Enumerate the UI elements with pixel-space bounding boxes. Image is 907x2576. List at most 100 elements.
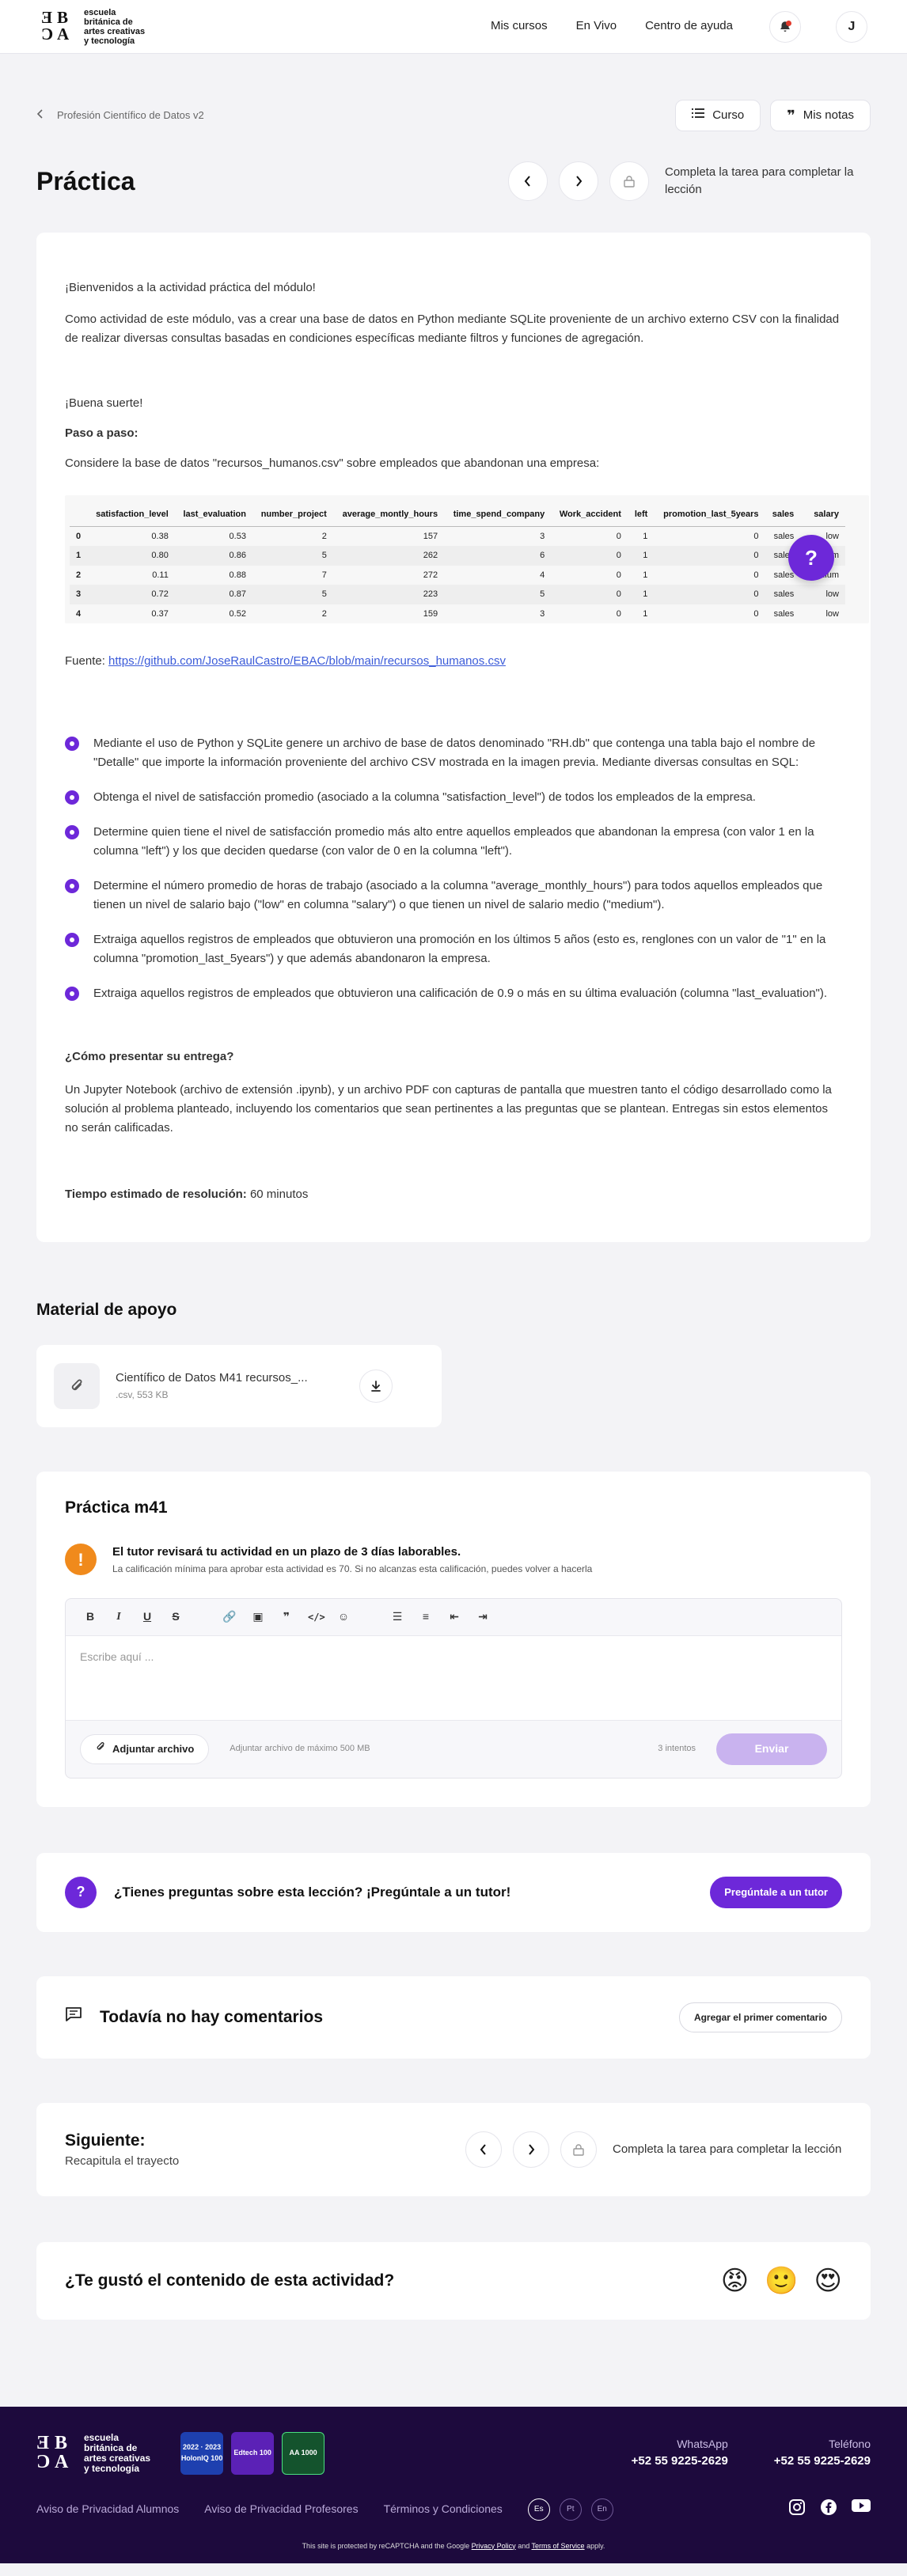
- logo-line: y tecnología: [84, 36, 135, 46]
- lang-pt[interactable]: Pt: [559, 2498, 582, 2521]
- whatsapp-contact[interactable]: WhatsApp +52 55 9225-2629: [632, 2436, 728, 2471]
- outdent-icon[interactable]: ⇤: [447, 1608, 461, 1625]
- indent-icon[interactable]: ⇥: [476, 1608, 490, 1625]
- table-cell: 0.37: [151, 608, 169, 619]
- table-cell: 1: [627, 585, 655, 604]
- angry-emoji-button[interactable]: 😡: [721, 2265, 749, 2297]
- table-cell: 0.87: [174, 585, 252, 604]
- send-button[interactable]: Enviar: [716, 1733, 827, 1765]
- nav-centro-de-ayuda[interactable]: Centro de ayuda: [645, 17, 733, 36]
- course-button[interactable]: Curso: [675, 100, 761, 131]
- bullet-icon: [65, 825, 79, 839]
- next-lesson-button[interactable]: [559, 161, 598, 201]
- comments-card: Todavía no hay comentarios Agregar el pr…: [36, 1976, 871, 2059]
- support-title: Material de apoyo: [36, 1301, 177, 1319]
- column-header: left: [627, 503, 655, 527]
- bullet-icon: [65, 933, 79, 947]
- column-header: [70, 503, 88, 527]
- table-cell: 0: [616, 570, 621, 580]
- help-bubble-button[interactable]: ?: [788, 535, 834, 581]
- table-cell: low: [825, 608, 839, 619]
- love-emoji-button[interactable]: 😍: [814, 2265, 842, 2297]
- activity-card: ¡Bienvenidos a la actividad práctica del…: [36, 233, 871, 1242]
- exclamation-icon: !: [65, 1544, 97, 1575]
- logo-line: artes creativas: [84, 2452, 151, 2464]
- table-cell: 0: [616, 531, 621, 541]
- footer-logo[interactable]: ƎB ƆA escuela británica de artes creativ…: [36, 2432, 151, 2474]
- facebook-icon[interactable]: [820, 2498, 837, 2521]
- quote-icon[interactable]: ❞: [279, 1608, 294, 1625]
- phone-contact[interactable]: Teléfono +52 55 9225-2629: [774, 2436, 871, 2471]
- logo[interactable]: ƎB ƆA escuela británica de artes creativ…: [41, 8, 145, 46]
- no-comments-text: Todavía no hay comentarios: [100, 2007, 324, 2026]
- attach-note: Adjuntar archivo de máximo 500 MB: [230, 1744, 370, 1754]
- prev-lesson-button[interactable]: [508, 161, 548, 201]
- breadcrumb[interactable]: Profesión Científico de Datos v2: [36, 108, 204, 123]
- table-cell: 0: [753, 570, 759, 580]
- column-header: last_evaluation: [174, 503, 252, 527]
- list-icon: [692, 107, 705, 125]
- table-cell: 0.72: [87, 585, 175, 604]
- numbered-list-icon[interactable]: ≡: [419, 1608, 433, 1625]
- aa1000-badge: AA 1000: [282, 2431, 325, 2475]
- link-icon[interactable]: 🔗: [222, 1608, 237, 1625]
- privacy-students-link[interactable]: Aviso de Privacidad Alumnos: [36, 2501, 179, 2517]
- column-header: average_montly_hours: [332, 503, 445, 527]
- task-text: Determine el número promedio de horas de…: [93, 879, 823, 911]
- privacy-teachers-link[interactable]: Aviso de Privacidad Profesores: [204, 2501, 358, 2517]
- instagram-icon[interactable]: [788, 2498, 806, 2521]
- underline-icon[interactable]: U: [140, 1608, 154, 1625]
- source-link[interactable]: https://github.com/JoseRaulCastro/EBAC/b…: [108, 654, 506, 668]
- table-cell: 0: [654, 546, 765, 566]
- table-cell: 7: [321, 570, 327, 580]
- code-icon[interactable]: </>: [308, 1610, 325, 1624]
- table-cell: 0.53: [229, 531, 246, 541]
- chevron-right-icon: [576, 176, 583, 187]
- table-header-row: satisfaction_level last_evaluation numbe…: [70, 503, 845, 527]
- chevron-left-icon: [524, 176, 530, 187]
- image-icon[interactable]: ▣: [251, 1608, 265, 1625]
- lang-en[interactable]: En: [590, 2498, 613, 2521]
- ask-tutor-text: ¿Tienes preguntas sobre esta lección? ¡P…: [114, 1884, 511, 1900]
- logo-line: escuela: [84, 7, 116, 17]
- file-item[interactable]: Científico de Datos M41 recursos_... .cs…: [36, 1344, 442, 1427]
- nav-mis-cursos[interactable]: Mis cursos: [491, 17, 548, 36]
- avatar[interactable]: J: [836, 10, 867, 43]
- ask-tutor-button[interactable]: Pregúntale a un tutor: [710, 1876, 842, 1908]
- notes-button[interactable]: ❞ Mis notas: [770, 100, 871, 131]
- youtube-icon[interactable]: [852, 2498, 871, 2521]
- next-lesson-button[interactable]: [513, 2131, 549, 2168]
- lang-es[interactable]: Es: [527, 2498, 550, 2521]
- strikethrough-icon[interactable]: S: [169, 1608, 183, 1625]
- recaptcha-text: This site is protected by reCAPTCHA and …: [302, 2541, 472, 2550]
- notification-dot: [786, 20, 791, 26]
- download-button[interactable]: [359, 1369, 393, 1403]
- bullet-list-icon[interactable]: ☰: [390, 1608, 404, 1625]
- table-cell: 5: [444, 585, 552, 604]
- emoji-icon[interactable]: ☺: [336, 1608, 351, 1625]
- table-cell: 159: [423, 608, 438, 619]
- editor-footer: Adjuntar archivo Adjuntar archivo de máx…: [66, 1721, 841, 1778]
- terms-link[interactable]: Términos y Condiciones: [384, 2501, 503, 2517]
- nav-en-vivo[interactable]: En Vivo: [576, 17, 617, 36]
- prev-lesson-button[interactable]: [465, 2131, 502, 2168]
- list-item: Determine quien tiene el nivel de satisf…: [65, 823, 842, 861]
- google-terms-link[interactable]: Terms of Service: [532, 2542, 585, 2550]
- top-bar: ƎB ƆA escuela británica de artes creativ…: [0, 0, 907, 54]
- list-item: Determine el número promedio de horas de…: [65, 877, 842, 915]
- bold-icon[interactable]: B: [83, 1608, 97, 1625]
- table-cell: 0.88: [229, 570, 246, 580]
- answer-textarea[interactable]: Escribe aquí ...: [66, 1635, 841, 1721]
- table-cell: 0.38: [151, 531, 169, 541]
- alert-small: La calificación mínima para aprobar esta…: [112, 1563, 593, 1574]
- italic-icon[interactable]: I: [112, 1608, 126, 1625]
- smile-emoji-button[interactable]: 🙂: [765, 2265, 798, 2297]
- add-comment-button[interactable]: Agregar el primer comentario: [678, 2002, 842, 2032]
- table-cell: sales: [773, 608, 795, 619]
- attach-file-button[interactable]: Adjuntar archivo: [80, 1733, 210, 1764]
- notifications-button[interactable]: [769, 10, 801, 43]
- notes-button-label: Mis notas: [803, 108, 854, 122]
- google-privacy-link[interactable]: Privacy Policy: [472, 2542, 516, 2550]
- review-alert: ! El tutor revisará tu actividad en un p…: [65, 1544, 842, 1576]
- table-cell: 1: [70, 546, 88, 566]
